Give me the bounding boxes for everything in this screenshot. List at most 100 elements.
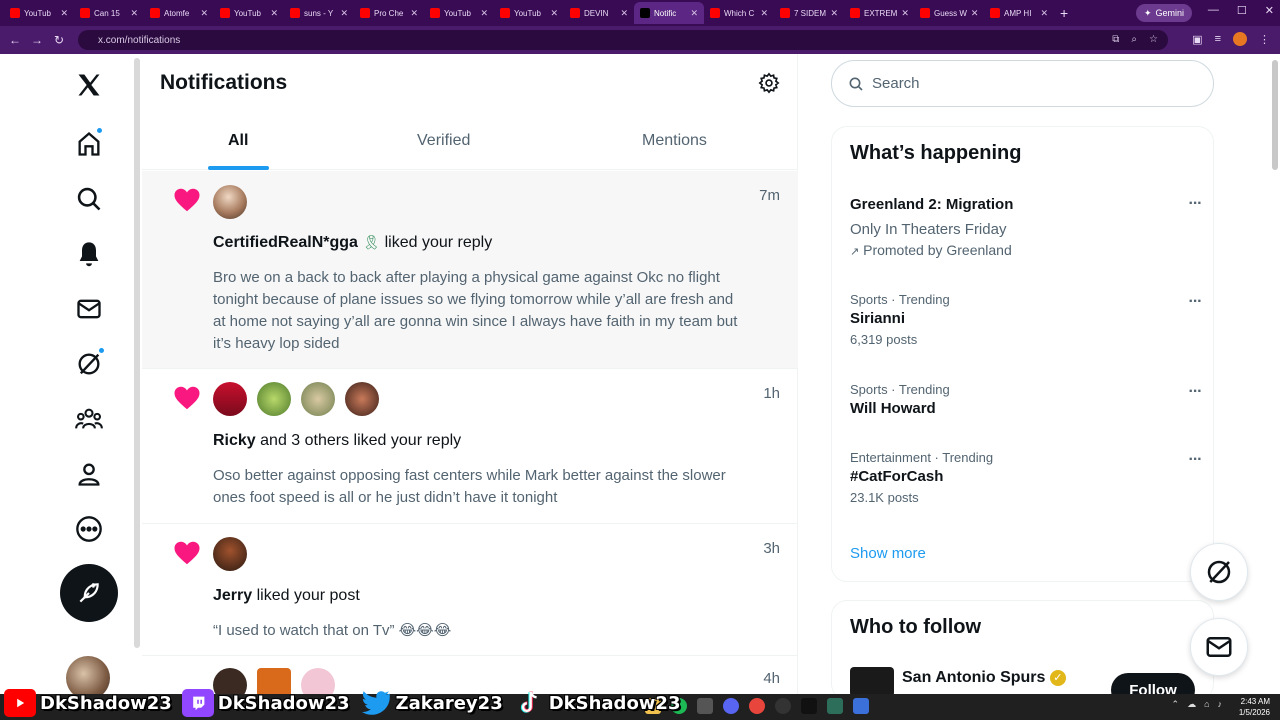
browser-tab[interactable]: Guess W ✕ (914, 2, 984, 24)
close-tab-icon[interactable]: ✕ (130, 8, 138, 19)
app-icon[interactable] (827, 698, 843, 714)
browser-tab[interactable]: EXTREM ✕ (844, 2, 914, 24)
url-field[interactable]: x.com/notifications ⧉ ⌕ ☆ (78, 30, 1168, 50)
notification-item[interactable]: 3h Jerry liked your post “I used to watc… (142, 524, 798, 656)
app-icon[interactable] (853, 698, 869, 714)
user-name[interactable]: Ricky (213, 432, 256, 449)
browser-tab[interactable]: YouTub ✕ (4, 2, 74, 24)
reload-icon[interactable]: ↻ (48, 33, 70, 47)
discord-icon[interactable] (723, 698, 739, 714)
zoom-icon[interactable]: ⌕ (1131, 34, 1137, 45)
profile-avatar[interactable] (1233, 32, 1247, 46)
avatar[interactable] (213, 537, 247, 571)
trend-item[interactable]: Sports · Trending Sirianni 6,319 posts (850, 292, 1200, 347)
close-tab-icon[interactable]: ✕ (830, 8, 838, 19)
new-tab-button[interactable]: + (1060, 5, 1068, 21)
tab-all[interactable]: All (228, 132, 248, 150)
network-icon[interactable]: ⌂ (1204, 699, 1209, 710)
more-options-icon[interactable]: ··· (1185, 195, 1205, 213)
browser-tab[interactable]: Can 15 ✕ (74, 2, 144, 24)
avatar[interactable] (213, 382, 247, 416)
browser-tab[interactable]: DEVIN ✕ (564, 2, 634, 24)
bookmark-star-icon[interactable]: ☆ (1149, 34, 1158, 45)
close-window-icon[interactable]: ✕ (1265, 4, 1274, 17)
avatar[interactable] (345, 382, 379, 416)
search-input[interactable]: Search (831, 60, 1214, 107)
messages-floating-button[interactable] (1190, 618, 1248, 676)
close-tab-icon[interactable]: ✕ (270, 8, 278, 19)
browser-tab[interactable]: suns - Y ✕ (284, 2, 354, 24)
home-icon[interactable] (72, 127, 106, 161)
avatar[interactable] (850, 667, 894, 697)
browser-tab[interactable]: AMP HI ✕ (984, 2, 1054, 24)
forward-icon[interactable]: → (26, 33, 48, 47)
browser-tab[interactable]: Notific ✕ (634, 2, 704, 24)
close-tab-icon[interactable]: ✕ (971, 8, 979, 19)
user-name[interactable]: Jerry (213, 587, 252, 604)
close-tab-icon[interactable]: ✕ (410, 8, 418, 19)
browser-tab[interactable]: YouTub ✕ (424, 2, 494, 24)
user-name[interactable]: CertifiedRealN*gga (213, 234, 358, 251)
trend-item[interactable]: Sports · Trending Will Howard (850, 382, 1200, 417)
extensions-icon[interactable]: ≡ (1215, 33, 1221, 45)
close-tab-icon[interactable]: ✕ (340, 8, 348, 19)
notification-item[interactable]: 7m CertifiedRealN*gga 🎗 liked your reply… (142, 171, 798, 369)
cast-icon[interactable]: ⧉ (1112, 34, 1119, 45)
tiktok-app-icon[interactable] (801, 698, 817, 714)
cloud-icon[interactable]: ☁ (1187, 699, 1196, 710)
x-logo-icon[interactable] (72, 68, 106, 102)
messages-icon[interactable] (72, 292, 106, 326)
close-tab-icon[interactable]: ✕ (760, 8, 768, 19)
close-tab-icon[interactable]: ✕ (550, 8, 558, 19)
close-tab-icon[interactable]: ✕ (60, 8, 68, 19)
tray-chevron-icon[interactable]: ⌃ (1172, 699, 1180, 710)
promoted-trend[interactable]: Greenland 2: Migration Only In Theaters … (850, 196, 1200, 258)
chrome-icon[interactable] (749, 698, 765, 714)
nav-scrollbar[interactable] (134, 58, 140, 648)
minimize-icon[interactable]: — (1208, 4, 1219, 17)
more-options-icon[interactable]: ··· (1185, 293, 1205, 311)
close-tab-icon[interactable]: ✕ (690, 8, 698, 19)
grok-icon[interactable] (72, 347, 106, 381)
close-tab-icon[interactable]: ✕ (620, 8, 628, 19)
obs-icon[interactable] (775, 698, 791, 714)
gemini-button[interactable]: ✦ Gemini (1135, 4, 1192, 22)
show-more-link[interactable]: Show more (850, 545, 926, 562)
avatar[interactable] (213, 185, 247, 219)
profile-icon[interactable] (72, 457, 106, 491)
page-scrollbar[interactable] (1272, 60, 1278, 170)
grok-floating-button[interactable] (1190, 543, 1248, 601)
close-tab-icon[interactable]: ✕ (200, 8, 208, 19)
search-icon[interactable] (72, 182, 106, 216)
notifications-bell-icon[interactable] (72, 237, 106, 271)
volume-icon[interactable]: ♪ (1218, 699, 1223, 710)
tab-verified[interactable]: Verified (417, 132, 470, 150)
avatar[interactable] (257, 382, 291, 416)
taskbar-clock[interactable]: 2:43 AM 1/5/2026 (1239, 696, 1270, 718)
browser-tab[interactable]: 7 SIDEM ✕ (774, 2, 844, 24)
more-options-icon[interactable]: ··· (1185, 451, 1205, 469)
sidepanel-icon[interactable]: ▣ (1192, 33, 1202, 46)
close-tab-icon[interactable]: ✕ (480, 8, 488, 19)
close-tab-icon[interactable]: ✕ (1040, 8, 1048, 19)
browser-tab[interactable]: YouTub ✕ (494, 2, 564, 24)
more-options-icon[interactable]: ··· (1185, 383, 1205, 401)
browser-tab[interactable]: YouTub ✕ (214, 2, 284, 24)
back-icon[interactable]: ← (4, 33, 26, 47)
browser-tab[interactable]: Pro Che ✕ (354, 2, 424, 24)
more-icon[interactable] (72, 512, 106, 546)
post-button[interactable] (60, 564, 118, 622)
suggested-account-name[interactable]: San Antonio Spurs ✓ (902, 669, 1066, 687)
maximize-icon[interactable]: ☐ (1237, 4, 1247, 17)
app-icon[interactable] (697, 698, 713, 714)
close-tab-icon[interactable]: ✕ (901, 8, 909, 19)
avatar[interactable] (301, 382, 335, 416)
communities-icon[interactable] (72, 402, 106, 436)
browser-tab[interactable]: Which C ✕ (704, 2, 774, 24)
settings-gear-icon[interactable] (758, 72, 780, 94)
browser-tab[interactable]: Atomfe ✕ (144, 2, 214, 24)
tab-mentions[interactable]: Mentions (642, 132, 707, 150)
trend-item[interactable]: Entertainment · Trending #CatForCash 23.… (850, 450, 1200, 505)
browser-menu-icon[interactable]: ⋮ (1259, 33, 1270, 46)
notification-item[interactable]: 1h Ricky and 3 others liked your reply O… (142, 369, 798, 524)
